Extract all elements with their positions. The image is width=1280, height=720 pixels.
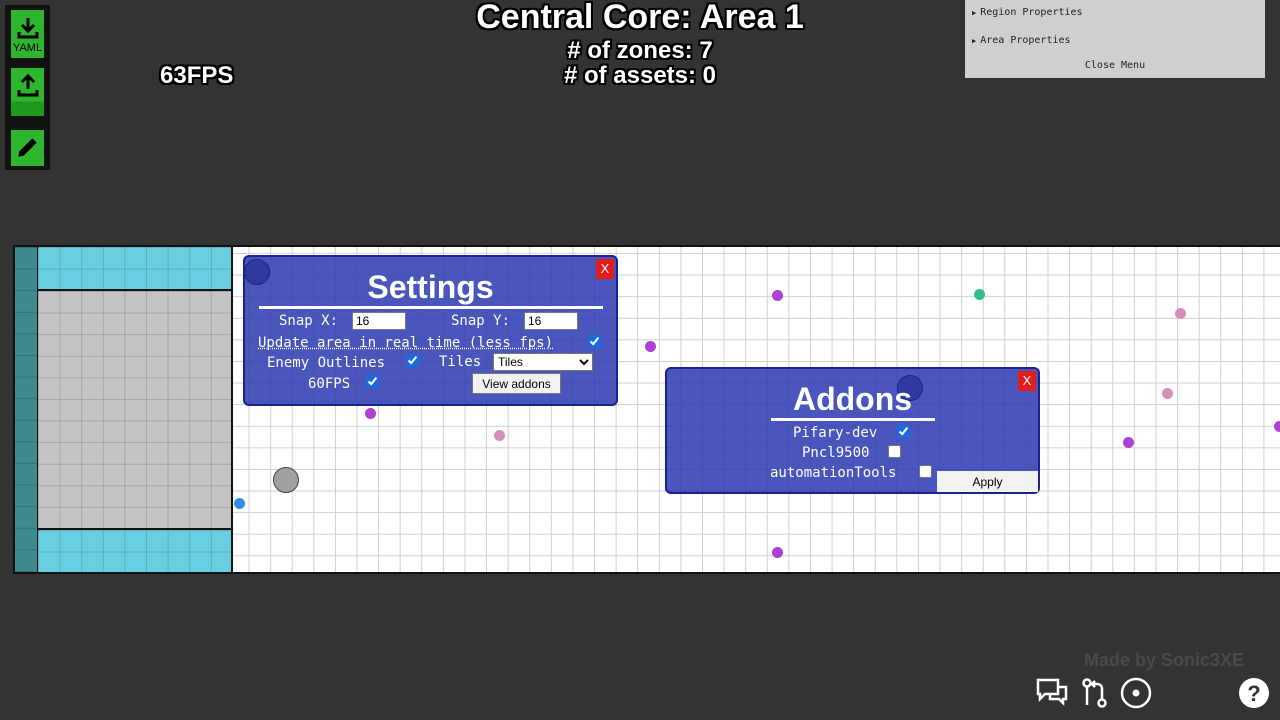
pencil-icon bbox=[17, 138, 37, 157]
enemy-outlines-checkbox[interactable] bbox=[406, 354, 419, 367]
view-addons-button[interactable]: View addons bbox=[472, 373, 561, 394]
enemy bbox=[365, 408, 376, 419]
enemy bbox=[1274, 421, 1280, 432]
snap-x-input[interactable] bbox=[352, 312, 406, 330]
svg-text:?: ? bbox=[1247, 681, 1260, 706]
record-icon[interactable] bbox=[1119, 677, 1153, 711]
area-properties-label: Area Properties bbox=[980, 35, 1071, 46]
safe-zone bbox=[38, 291, 232, 528]
enemy-outlines-label: Enemy Outlines bbox=[267, 355, 386, 371]
enemy bbox=[772, 547, 783, 558]
teleport-zone bbox=[15, 247, 39, 572]
zone-divider bbox=[231, 247, 233, 572]
realtime-update-checkbox[interactable] bbox=[588, 335, 601, 348]
player[interactable] bbox=[273, 467, 299, 493]
edit-button[interactable] bbox=[11, 130, 44, 166]
snap-x-label: Snap X: bbox=[279, 313, 339, 329]
properties-menu: ▶ Region Properties ▶ Area Properties Clos… bbox=[965, 0, 1265, 78]
enemy bbox=[772, 290, 783, 301]
cyan-zone-bottom bbox=[38, 528, 232, 572]
region-properties-item[interactable]: ▶ Region Properties bbox=[972, 7, 1083, 18]
enemy bbox=[234, 498, 245, 509]
title-rule bbox=[259, 306, 603, 309]
addon-checkbox[interactable] bbox=[888, 445, 901, 458]
enemy bbox=[1162, 388, 1173, 399]
region-properties-label: Region Properties bbox=[980, 7, 1083, 18]
addon-checkbox[interactable] bbox=[919, 465, 932, 478]
chat-icon[interactable] bbox=[1035, 677, 1069, 707]
credit-text: Made by Sonic3XE bbox=[1084, 650, 1245, 670]
addons-dialog: X Addons Pifary-dev Pncl9500 automationT… bbox=[665, 367, 1040, 494]
title-rule bbox=[771, 418, 935, 421]
addon-label: automationTools bbox=[770, 465, 897, 481]
caret-right-icon: ▶ bbox=[972, 9, 977, 17]
git-compare-icon[interactable] bbox=[1080, 677, 1110, 709]
enemy bbox=[494, 430, 505, 441]
enemy bbox=[1175, 308, 1186, 319]
fps60-checkbox[interactable] bbox=[366, 375, 379, 388]
map-canvas[interactable] bbox=[13, 245, 1280, 574]
tiles-select[interactable]: Tiles bbox=[493, 353, 593, 371]
snap-y-label: Snap Y: bbox=[451, 313, 511, 329]
close-menu-button[interactable]: Close Menu bbox=[965, 60, 1265, 71]
enemy bbox=[1123, 437, 1134, 448]
enemy bbox=[645, 341, 656, 352]
caret-right-icon: ▶ bbox=[972, 37, 977, 45]
addon-label: Pifary-dev bbox=[793, 425, 878, 441]
apply-button[interactable]: Apply bbox=[937, 471, 1038, 492]
realtime-update-label: Update area in real time (less fps) bbox=[258, 335, 554, 351]
fps60-label: 60FPS bbox=[308, 376, 351, 392]
help-icon[interactable]: ? bbox=[1237, 677, 1271, 711]
addons-title: Addons bbox=[792, 381, 913, 417]
addon-checkbox[interactable] bbox=[897, 425, 910, 438]
tiles-label: Tiles bbox=[439, 354, 482, 370]
settings-title: Settings bbox=[367, 269, 494, 305]
addon-label: Pncl9500 bbox=[802, 445, 870, 461]
cyan-zone-top bbox=[38, 247, 232, 291]
settings-dialog: X Settings Snap X: Snap Y: Update area i… bbox=[243, 255, 618, 406]
snap-y-input[interactable] bbox=[524, 312, 578, 330]
enemy bbox=[974, 289, 985, 300]
area-properties-item[interactable]: ▶ Area Properties bbox=[972, 35, 1071, 46]
